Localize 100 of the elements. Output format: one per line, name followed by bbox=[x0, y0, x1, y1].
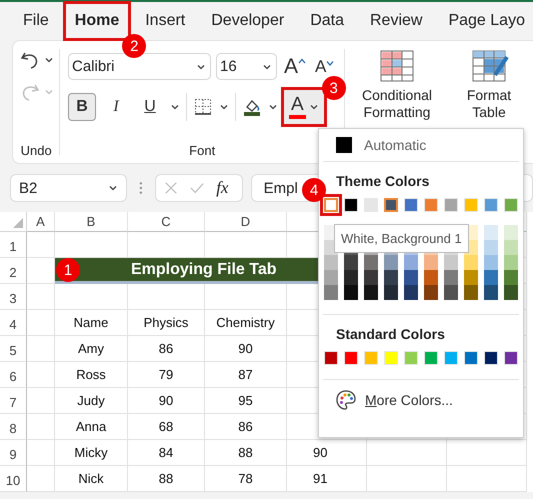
row-number[interactable]: 4 bbox=[0, 310, 27, 336]
borders-icon[interactable] bbox=[193, 97, 213, 117]
color-swatch[interactable] bbox=[324, 270, 338, 285]
color-swatch[interactable] bbox=[364, 285, 378, 300]
more-colors-option[interactable]: More Colors... bbox=[365, 392, 453, 408]
color-swatch[interactable] bbox=[364, 270, 378, 285]
color-swatch[interactable] bbox=[444, 285, 458, 300]
row-number[interactable]: 7 bbox=[0, 388, 27, 414]
command-label[interactable]: Format Table bbox=[466, 87, 512, 121]
font-color-button[interactable]: A bbox=[284, 90, 324, 124]
table-cell: Anna bbox=[55, 414, 128, 440]
ribbon-tab[interactable]: File bbox=[14, 4, 58, 38]
bold-button[interactable]: B bbox=[68, 93, 96, 121]
insert-function-button[interactable]: fx bbox=[216, 178, 228, 198]
color-swatch[interactable] bbox=[484, 240, 498, 255]
column-header[interactable]: D bbox=[205, 212, 287, 232]
table-cell bbox=[27, 284, 55, 310]
row-number[interactable]: 10 bbox=[0, 466, 27, 492]
color-swatch[interactable] bbox=[444, 255, 458, 270]
cancel-icon[interactable] bbox=[164, 181, 178, 195]
table-cell: 88 bbox=[205, 440, 287, 466]
color-swatch[interactable] bbox=[504, 255, 518, 270]
italic-button[interactable]: I bbox=[102, 93, 130, 121]
color-swatch[interactable] bbox=[384, 270, 398, 285]
table-cell: 79 bbox=[128, 362, 205, 388]
column-header[interactable]: C bbox=[128, 212, 205, 232]
automatic-color-option[interactable]: Automatic bbox=[321, 129, 521, 161]
table-cell: 91 bbox=[287, 466, 367, 492]
color-swatch[interactable] bbox=[424, 285, 438, 300]
caret-icon bbox=[308, 102, 319, 112]
table-cell: Name bbox=[55, 310, 128, 336]
row-number[interactable]: 5 bbox=[0, 336, 27, 362]
caret-icon[interactable] bbox=[108, 183, 118, 193]
row-number[interactable]: 8 bbox=[0, 414, 27, 440]
color-swatch[interactable] bbox=[324, 255, 338, 270]
color-swatch[interactable] bbox=[444, 270, 458, 285]
tooltip: White, Background 1 bbox=[334, 224, 469, 253]
color-swatch[interactable] bbox=[504, 285, 518, 300]
ribbon-tab[interactable]: Page Layo bbox=[439, 4, 533, 38]
color-swatch[interactable] bbox=[504, 270, 518, 285]
table-cell: Ross bbox=[55, 362, 128, 388]
caret-icon[interactable] bbox=[219, 102, 229, 112]
font-name-field[interactable]: Calibri bbox=[68, 53, 211, 80]
color-swatch[interactable] bbox=[484, 285, 498, 300]
table-cell: 86 bbox=[205, 414, 287, 440]
color-swatch[interactable] bbox=[424, 270, 438, 285]
color-swatch[interactable] bbox=[384, 255, 398, 270]
color-swatch[interactable] bbox=[384, 198, 398, 212]
caret-icon[interactable] bbox=[44, 55, 54, 65]
name-box[interactable]: B2 bbox=[10, 174, 128, 202]
table-cell bbox=[27, 310, 55, 336]
table-cell bbox=[27, 232, 55, 258]
command-label[interactable]: Conditional Formatting bbox=[362, 87, 432, 121]
caret-icon[interactable] bbox=[170, 102, 180, 112]
color-swatch[interactable] bbox=[344, 285, 358, 300]
up-caret-icon bbox=[298, 58, 306, 64]
color-swatch[interactable] bbox=[504, 240, 518, 255]
group-label: Undo bbox=[20, 143, 52, 160]
color-swatch[interactable] bbox=[344, 255, 358, 270]
section-title: Standard Colors bbox=[335, 325, 446, 344]
color-swatch[interactable] bbox=[404, 285, 418, 300]
ribbon-tab[interactable]: Review bbox=[360, 4, 432, 38]
caret-icon[interactable] bbox=[268, 102, 278, 112]
color-swatch[interactable] bbox=[364, 255, 378, 270]
font-size-field[interactable]: 16 bbox=[216, 53, 277, 80]
row-number[interactable]: 6 bbox=[0, 362, 27, 388]
table-cell: Amy bbox=[55, 336, 128, 362]
row-number[interactable]: 3 bbox=[0, 284, 27, 310]
table-cell bbox=[27, 440, 55, 466]
palette-icon[interactable] bbox=[335, 389, 357, 411]
color-swatch[interactable] bbox=[324, 285, 338, 300]
check-icon[interactable] bbox=[190, 181, 204, 195]
shrink-font-button[interactable]: A bbox=[313, 56, 336, 76]
row-number[interactable]: 2 bbox=[0, 258, 27, 284]
column-header[interactable]: A bbox=[27, 212, 55, 232]
color-swatch[interactable] bbox=[484, 270, 498, 285]
color-swatch[interactable] bbox=[404, 270, 418, 285]
table-cell: Chemistry bbox=[205, 310, 287, 336]
color-swatch[interactable] bbox=[484, 255, 498, 270]
select-all-icon[interactable] bbox=[13, 218, 23, 228]
grow-font-button[interactable]: A bbox=[282, 54, 308, 78]
row-number[interactable]: 9 bbox=[0, 440, 27, 466]
color-swatch[interactable] bbox=[384, 285, 398, 300]
color-swatch[interactable] bbox=[344, 270, 358, 285]
ribbon-tab[interactable]: Data bbox=[301, 4, 353, 38]
color-swatch[interactable] bbox=[404, 255, 418, 270]
drag-handle-icon[interactable] bbox=[139, 180, 144, 196]
ribbon-tab[interactable]: Developer bbox=[202, 4, 294, 38]
group-label: Font bbox=[189, 143, 216, 160]
table-cell: 78 bbox=[205, 466, 287, 492]
color-swatch[interactable] bbox=[484, 225, 498, 240]
color-swatch[interactable] bbox=[464, 255, 478, 270]
color-swatch[interactable] bbox=[424, 255, 438, 270]
row-number[interactable]: 1 bbox=[0, 232, 27, 258]
color-swatch[interactable] bbox=[464, 285, 478, 300]
color-swatch[interactable] bbox=[504, 225, 518, 240]
color-swatch[interactable] bbox=[464, 270, 478, 285]
underline-button[interactable]: U bbox=[136, 93, 164, 121]
table-cell bbox=[27, 466, 55, 492]
column-header[interactable]: B bbox=[55, 212, 128, 232]
